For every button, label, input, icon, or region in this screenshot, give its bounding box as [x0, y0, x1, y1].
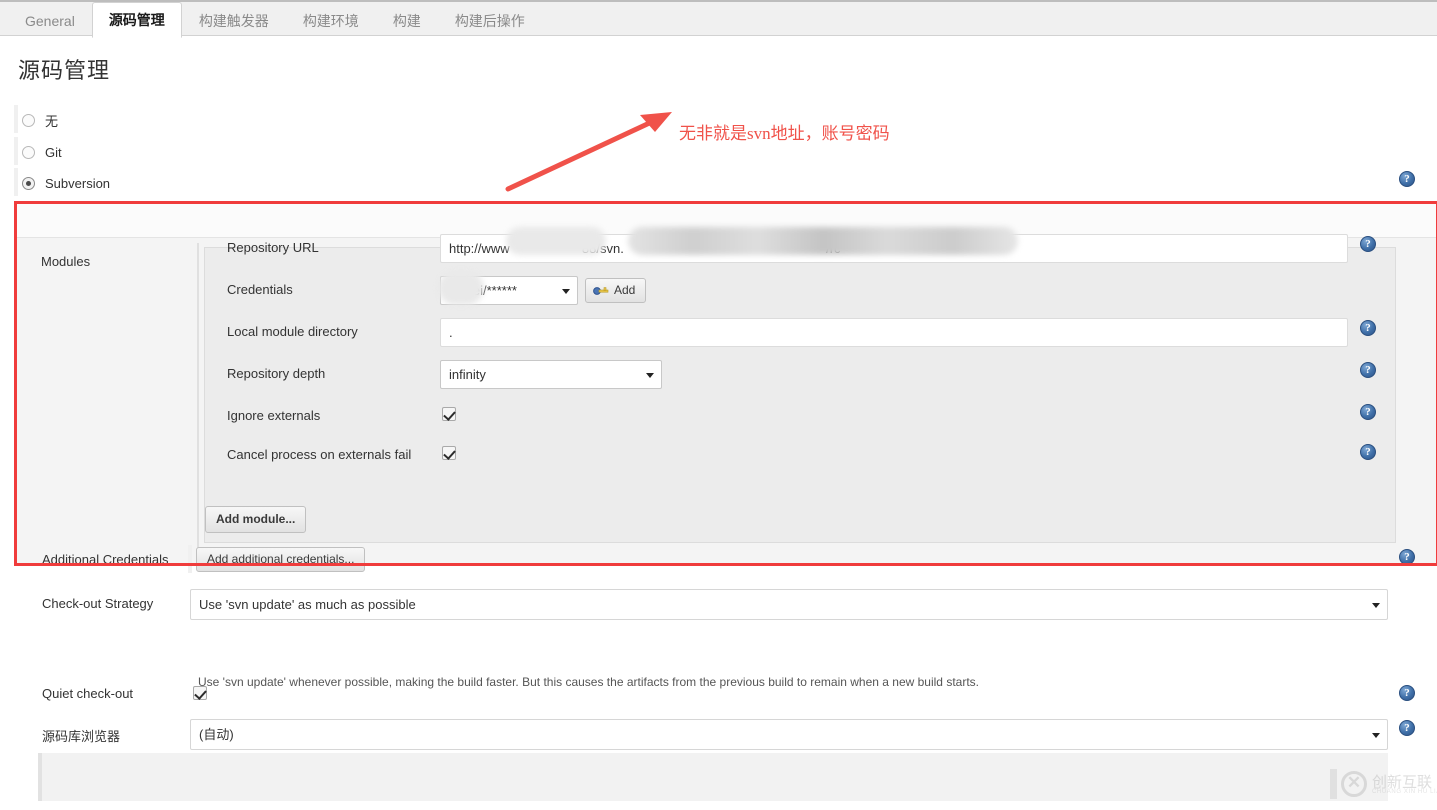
help-icon-additional-credentials[interactable]: ? [1399, 549, 1415, 565]
tab-post-build-actions[interactable]: 构建后操作 [438, 2, 542, 38]
tab-build-triggers[interactable]: 构建触发器 [182, 2, 286, 38]
tab-list: General 源码管理 构建触发器 构建环境 构建 构建后操作 [8, 2, 542, 38]
page-body: 源码管理 无 Git Subversion Modules ? Reposito… [0, 37, 1437, 810]
add-module-button[interactable]: Add module... [205, 506, 307, 533]
select-checkout-strategy[interactable]: Use 'svn update' as much as possible [190, 589, 1388, 620]
help-icon-repository-browser[interactable]: ? [1399, 720, 1415, 736]
annotation-arrow-icon [505, 112, 672, 192]
chevron-down-icon [1372, 732, 1380, 738]
label-quiet-checkout: Quiet check-out [42, 686, 134, 701]
tab-label: 构建后操作 [454, 12, 525, 29]
label-ignore-externals: Ignore externals [227, 408, 321, 423]
help-icon-quiet-checkout[interactable]: ? [1399, 685, 1415, 701]
subversion-header-strip [17, 204, 1436, 238]
checkbox-quiet-checkout[interactable] [193, 686, 207, 700]
chevron-down-icon [562, 288, 570, 294]
tab-build[interactable]: 构建 [376, 2, 438, 38]
watermark-x-icon: ✕ [1346, 773, 1362, 792]
select-repository-browser-value: (自动) [199, 727, 234, 742]
tab-label: 源码管理 [108, 12, 165, 28]
select-repository-browser[interactable]: (自动) [190, 719, 1388, 750]
row-accent [14, 137, 18, 165]
help-icon-local-module-directory[interactable]: ? [1360, 320, 1376, 336]
add-additional-credentials-label: Add additional credentials... [207, 552, 355, 566]
chevron-down-icon [646, 372, 654, 378]
label-credentials: Credentials [227, 282, 293, 297]
page-title: 源码管理 [18, 58, 111, 83]
add-module-label: Add module... [216, 512, 296, 526]
radio-none[interactable] [22, 113, 35, 127]
tab-build-environment[interactable]: 构建环境 [286, 2, 376, 38]
bottom-filler [42, 753, 1388, 801]
radio-git[interactable] [22, 145, 35, 159]
tab-label: 构建触发器 [198, 12, 269, 29]
tab-general[interactable]: General [8, 2, 92, 38]
watermark: ✕ 创新互联 CHUANG XIN HU LIAN [1327, 765, 1437, 803]
scm-option-label: Git [45, 144, 62, 160]
modules-label: Modules [41, 254, 91, 269]
select-credentials[interactable]: ngwei/****** [440, 276, 578, 305]
select-repository-depth[interactable]: infinity [440, 360, 662, 389]
tab-bar: General 源码管理 构建触发器 构建环境 构建 构建后操作 [0, 0, 1437, 38]
label-local-module-directory: Local module directory [227, 324, 358, 339]
annotation-text: 无非就是svn地址，账号密码 [679, 124, 890, 143]
select-credentials-value: ngwei/****** [449, 283, 517, 298]
input-repository-url[interactable] [440, 234, 1348, 263]
label-cancel-process-on-externals-fail: Cancel process on externals fail [227, 447, 412, 462]
watermark-bar [1330, 769, 1337, 799]
row-accent [14, 105, 18, 133]
scm-radio-subversion[interactable]: Subversion [14, 168, 111, 196]
input-local-module-directory[interactable] [440, 318, 1348, 347]
label-additional-credentials: Additional Credentials [42, 552, 169, 567]
scm-option-label: 无 [45, 113, 59, 129]
checkbox-cancel-process-on-externals-fail[interactable] [442, 446, 456, 460]
tab-label: 构建 [392, 12, 421, 29]
scm-radio-git[interactable]: Git [14, 137, 62, 165]
page-content: 源码管理 无 Git Subversion Modules ? Reposito… [8, 41, 1437, 810]
help-icon-ignore-externals[interactable]: ? [1360, 404, 1376, 420]
help-icon-cancel-process-on-externals-fail[interactable]: ? [1360, 444, 1376, 460]
select-repository-depth-value: infinity [449, 367, 486, 382]
module-panel [204, 247, 1396, 543]
modules-divider [197, 243, 199, 568]
scm-option-label: Subversion [45, 175, 111, 191]
tab-label: General [25, 12, 75, 29]
help-icon-repository-depth[interactable]: ? [1360, 362, 1376, 378]
label-repository-url: Repository URL [227, 240, 319, 255]
select-checkout-strategy-value: Use 'svn update' as much as possible [199, 597, 416, 612]
key-icon [593, 286, 609, 295]
add-credentials-button[interactable]: Add [585, 278, 647, 303]
help-icon-subversion[interactable]: ? [1399, 171, 1415, 187]
checkbox-ignore-externals[interactable] [442, 407, 456, 421]
tab-source-code-management[interactable]: 源码管理 [91, 2, 182, 38]
chevron-down-icon [1372, 602, 1380, 608]
help-icon-repository-url[interactable]: ? [1360, 236, 1376, 252]
checkout-strategy-description: Use 'svn update' whenever possible, maki… [198, 675, 979, 689]
row-accent [188, 545, 192, 573]
label-checkout-strategy: Check-out Strategy [42, 596, 154, 611]
add-additional-credentials-button[interactable]: Add additional credentials... [196, 547, 366, 572]
scm-radio-none[interactable]: 无 [14, 105, 59, 133]
row-accent [14, 168, 18, 196]
label-repository-browser: 源码库浏览器 [42, 729, 121, 744]
page-root: General 源码管理 构建触发器 构建环境 构建 构建后操作 源码管理 无 … [0, 0, 1437, 810]
tab-label: 构建环境 [302, 12, 359, 29]
label-repository-depth: Repository depth [227, 366, 326, 381]
add-credentials-label: Add [614, 283, 636, 297]
watermark-en-text: CHUANG XIN HU LIAN [1372, 789, 1437, 795]
radio-subversion[interactable] [22, 176, 35, 190]
